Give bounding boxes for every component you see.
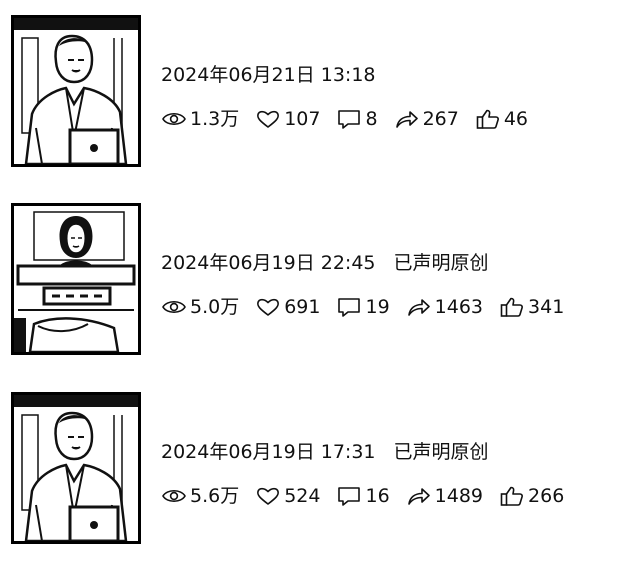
comments-stat[interactable]: 16 xyxy=(336,484,390,508)
shares-stat[interactable]: 1463 xyxy=(406,295,483,319)
post-meta: 2024年06月21日 13:18 xyxy=(161,64,376,86)
thumbs-up-icon[interactable] xyxy=(499,485,525,507)
share-arrow-icon[interactable] xyxy=(406,296,432,318)
likes-count: 691 xyxy=(284,296,321,318)
thumbs-up-stat[interactable]: 46 xyxy=(475,107,528,131)
post-datetime: 2024年06月19日 17:31 xyxy=(161,441,376,463)
heart-icon[interactable] xyxy=(255,485,281,507)
likes-stat[interactable]: 524 xyxy=(255,484,320,508)
post-thumbnail[interactable] xyxy=(11,392,141,544)
shares-count: 1489 xyxy=(434,485,484,507)
heart-icon[interactable] xyxy=(255,296,281,318)
share-arrow-icon[interactable] xyxy=(394,108,420,130)
post-meta: 2024年06月19日 17:31 已声明原创 xyxy=(161,441,489,463)
post-card[interactable]: 2024年06月19日 22:45 已声明原创 5.0万 691 19 1463 … xyxy=(0,203,637,368)
shares-count: 267 xyxy=(422,108,459,130)
shares-stat[interactable]: 267 xyxy=(394,107,459,131)
post-datetime: 2024年06月19日 22:45 xyxy=(161,252,376,274)
post-stats: 5.0万 691 19 1463 341 xyxy=(161,295,580,319)
likes-count: 107 xyxy=(284,108,321,130)
views-stat: 1.3万 xyxy=(161,107,239,131)
original-declared-tag: 已声明原创 xyxy=(393,441,489,463)
thumbs-up-count: 341 xyxy=(528,296,565,318)
views-count: 1.3万 xyxy=(190,108,240,130)
thumbs-up-count: 46 xyxy=(503,108,529,130)
thumbs-up-count: 266 xyxy=(528,485,565,507)
post-datetime: 2024年06月21日 13:18 xyxy=(161,64,376,86)
likes-stat[interactable]: 691 xyxy=(255,295,320,319)
post-thumbnail[interactable] xyxy=(11,15,141,167)
post-thumbnail[interactable] xyxy=(11,203,141,355)
comments-count: 8 xyxy=(365,108,378,130)
comments-count: 16 xyxy=(365,485,390,507)
eye-icon xyxy=(161,108,187,130)
views-count: 5.6万 xyxy=(190,485,240,507)
heart-icon[interactable] xyxy=(255,108,281,130)
original-declared-tag: 已声明原创 xyxy=(393,252,489,274)
likes-count: 524 xyxy=(284,485,321,507)
comments-stat[interactable]: 19 xyxy=(336,295,390,319)
thumbs-up-icon[interactable] xyxy=(475,108,501,130)
views-stat: 5.6万 xyxy=(161,484,239,508)
post-stats: 5.6万 524 16 1489 266 xyxy=(161,484,580,508)
post-card[interactable]: 2024年06月19日 17:31 已声明原创 5.6万 524 16 1489 … xyxy=(0,392,637,557)
post-meta: 2024年06月19日 22:45 已声明原创 xyxy=(161,252,489,274)
post-stats: 1.3万 107 8 267 46 xyxy=(161,107,544,131)
likes-stat[interactable]: 107 xyxy=(255,107,320,131)
comment-icon[interactable] xyxy=(336,108,362,130)
comment-icon[interactable] xyxy=(336,485,362,507)
views-stat: 5.0万 xyxy=(161,295,239,319)
post-card[interactable]: 2024年06月21日 13:18 1.3万 107 8 267 46 xyxy=(0,15,637,180)
shares-stat[interactable]: 1489 xyxy=(406,484,483,508)
thumbs-up-stat[interactable]: 341 xyxy=(499,295,564,319)
eye-icon xyxy=(161,485,187,507)
share-arrow-icon[interactable] xyxy=(406,485,432,507)
thumbnail-image xyxy=(14,206,138,352)
comments-count: 19 xyxy=(365,296,390,318)
shares-count: 1463 xyxy=(434,296,484,318)
views-count: 5.0万 xyxy=(190,296,240,318)
comment-icon[interactable] xyxy=(336,296,362,318)
comments-stat[interactable]: 8 xyxy=(336,107,378,131)
thumbs-up-stat[interactable]: 266 xyxy=(499,484,564,508)
thumbnail-image xyxy=(14,395,138,541)
thumbs-up-icon[interactable] xyxy=(499,296,525,318)
thumbnail-image xyxy=(14,18,138,164)
eye-icon xyxy=(161,296,187,318)
